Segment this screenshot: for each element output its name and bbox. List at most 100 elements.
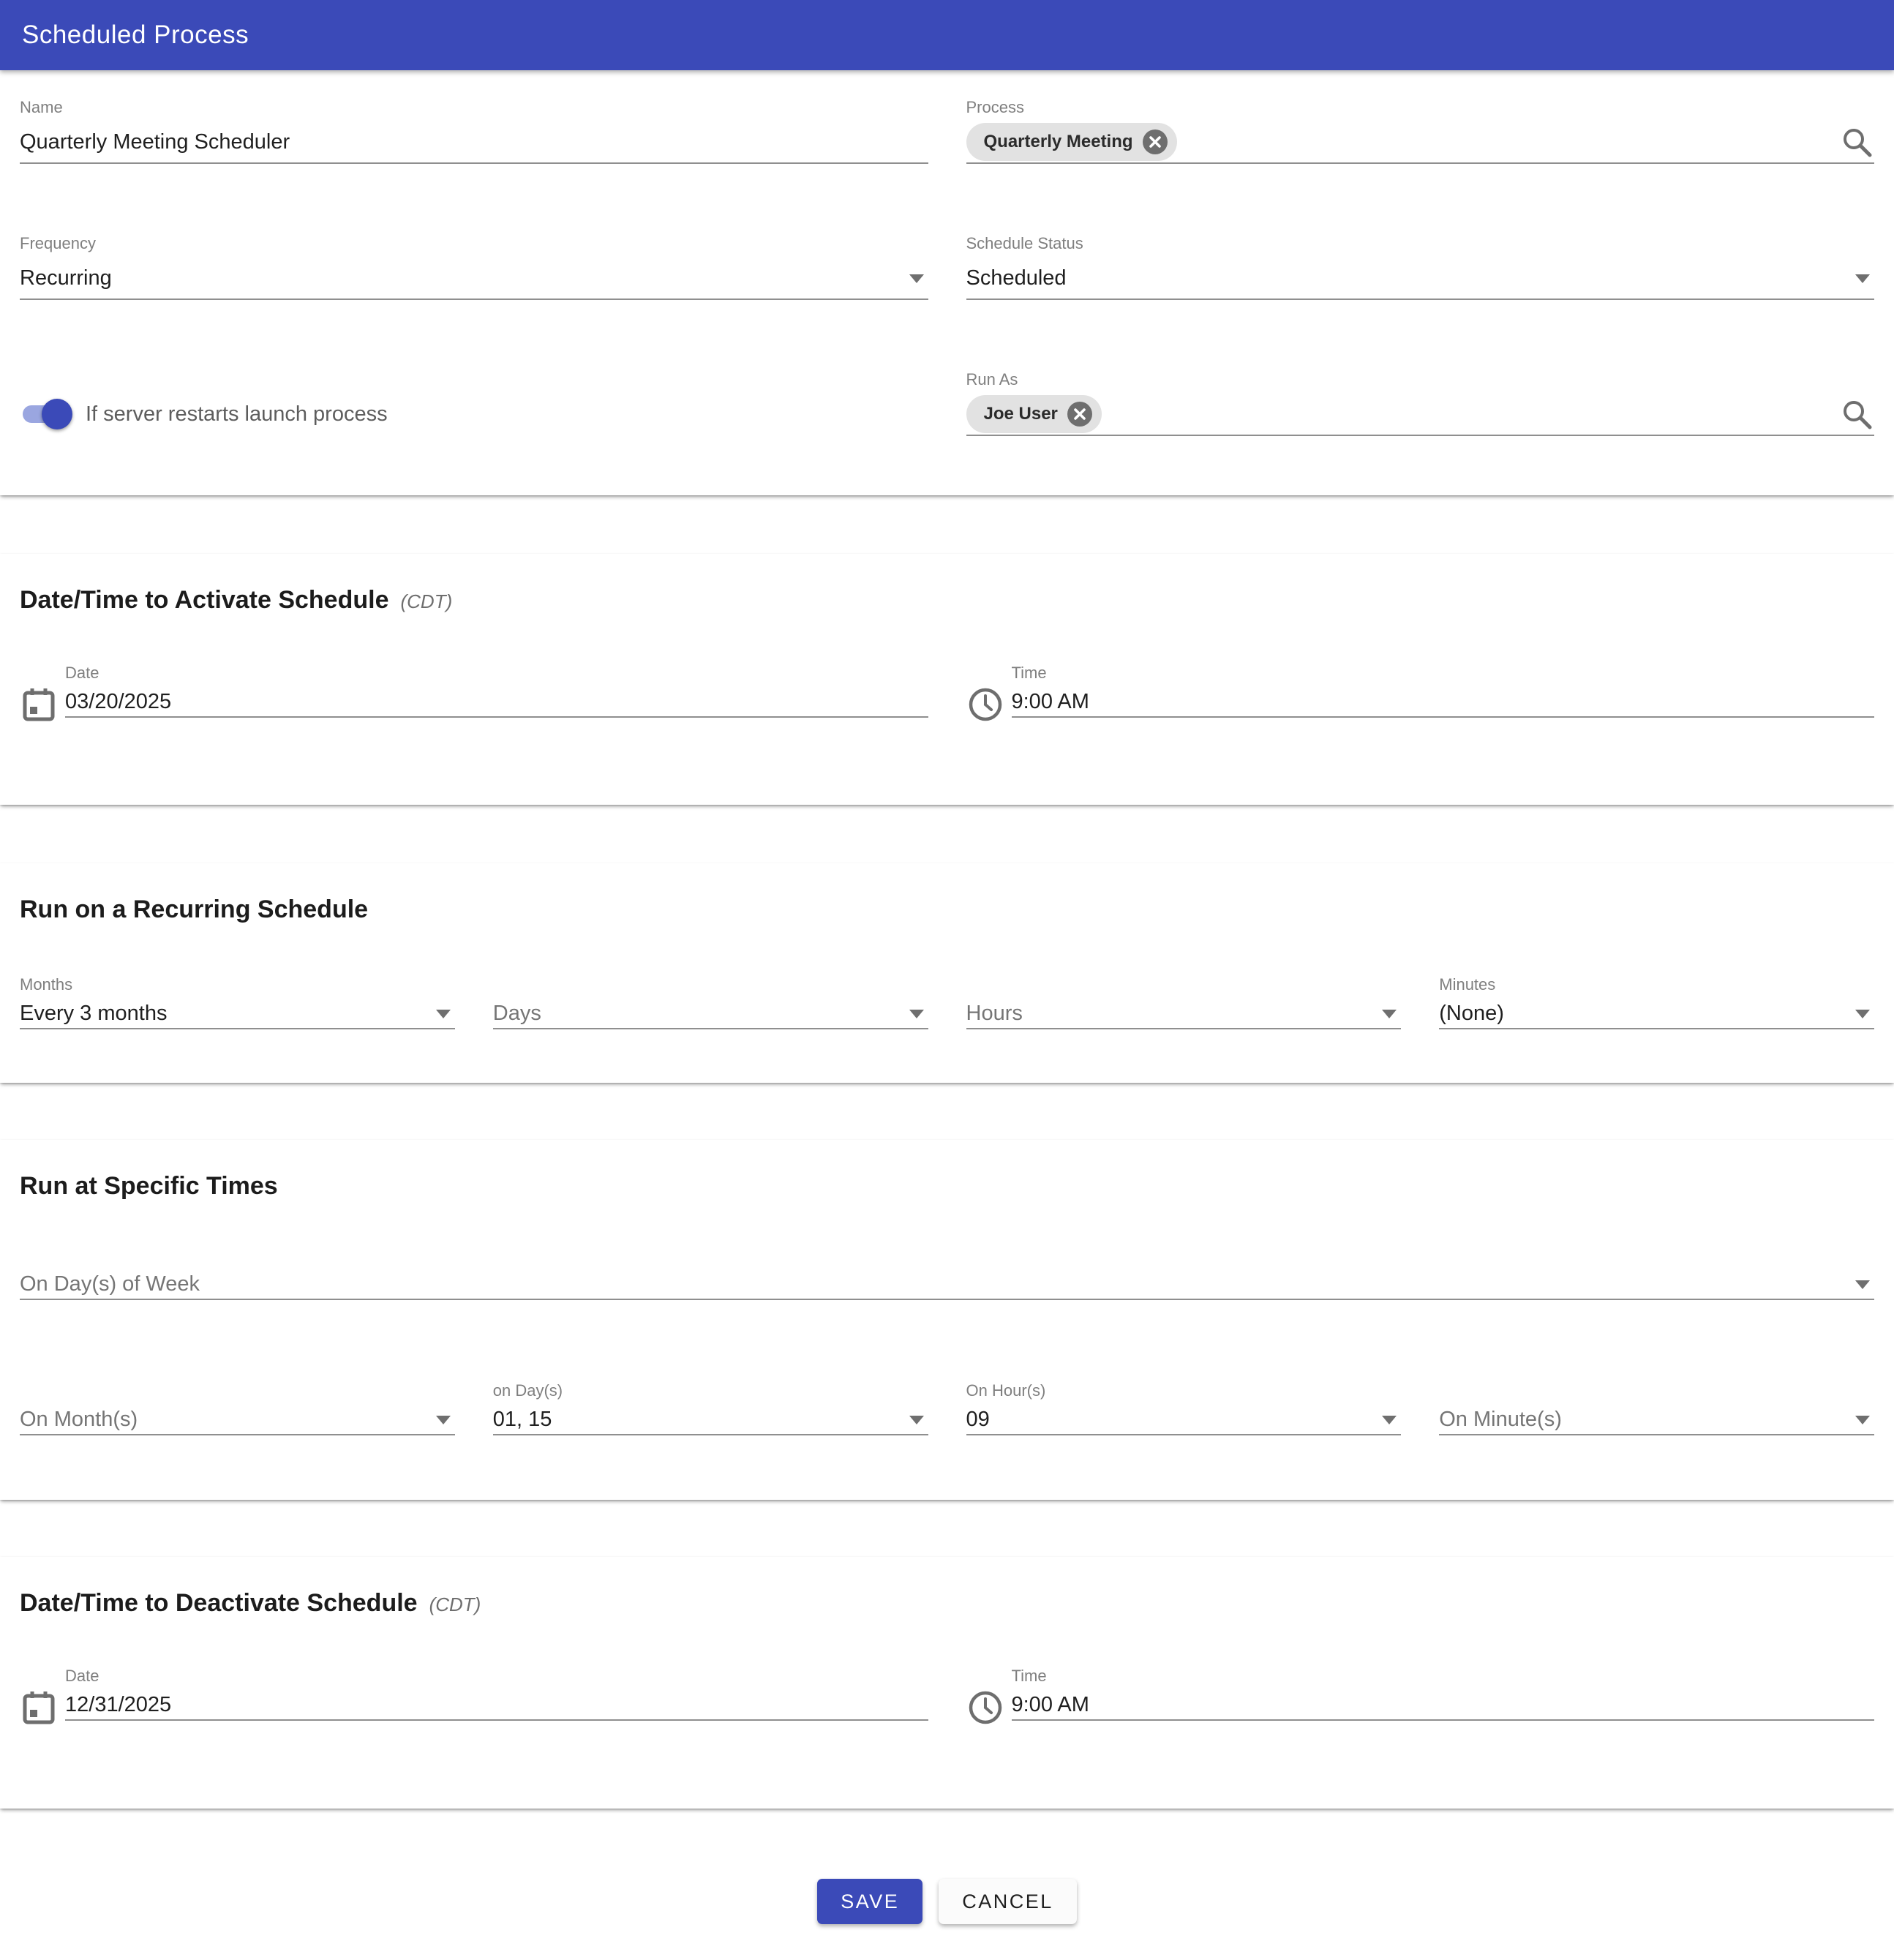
deactivate-schedule-card: Date/Time to Deactivate Schedule (CDT) D… [0,1557,1894,1809]
hours-placeholder: Hours [966,1002,1023,1026]
save-button[interactable]: SAVE [817,1879,922,1924]
chevron-down-icon [1855,1416,1870,1424]
activate-schedule-card: Date/Time to Activate Schedule (CDT) Dat… [0,554,1894,805]
chevron-down-icon [436,1010,451,1018]
hours-select[interactable]: Hours [966,999,1402,1028]
days-select[interactable]: Days [493,999,928,1028]
activate-time-label: Time [1012,664,1875,683]
schedule-status-value: Scheduled [966,266,1067,290]
activate-date-field: Date 03/20/2025 [20,664,928,724]
on-months-select[interactable]: On Month(s) [20,1405,455,1434]
activate-timezone: (CDT) [401,590,453,613]
process-underline [966,162,1875,164]
clock-icon[interactable] [966,1689,1004,1727]
on-hours-value: 09 [966,1408,990,1432]
search-icon[interactable] [1839,124,1874,159]
activate-section-title: Date/Time to Activate Schedule [20,586,389,615]
minutes-value: (None) [1439,1002,1504,1026]
deactivate-timezone: (CDT) [429,1593,481,1616]
app-header: Scheduled Process [0,0,1894,70]
on-months-placeholder: On Month(s) [20,1408,138,1432]
run-as-chip-label: Joe User [984,404,1058,424]
recurring-section-title: Run on a Recurring Schedule [20,895,368,924]
day-of-week-field: On Day(s) of Week [20,1269,1874,1300]
minutes-field: Minutes (None) [1439,975,1874,1029]
on-minutes-select[interactable]: On Minute(s) [1439,1405,1874,1434]
chevron-down-icon [909,274,924,283]
process-input[interactable]: Quarterly Meeting [966,121,1875,162]
on-days-value: 01, 15 [493,1408,552,1432]
chevron-down-icon [1382,1010,1397,1018]
frequency-select[interactable]: Recurring [20,258,928,298]
frequency-label: Frequency [20,234,928,253]
run-as-chip[interactable]: Joe User [966,395,1102,433]
on-hours-field: On Hour(s) 09 [966,1381,1402,1435]
remove-icon[interactable] [1067,401,1093,427]
process-field: Process Quarterly Meeting [966,98,1875,164]
chevron-down-icon [436,1416,451,1424]
recurring-schedule-card: Run on a Recurring Schedule Months Every… [0,863,1894,1083]
run-as-label: Run As [966,370,1875,389]
calendar-icon[interactable] [20,686,58,724]
clock-icon[interactable] [966,686,1004,724]
months-select[interactable]: Every 3 months [20,999,455,1028]
chevron-down-icon [909,1416,924,1424]
process-chip-label: Quarterly Meeting [984,132,1133,152]
on-hours-select[interactable]: 09 [966,1405,1402,1434]
chevron-down-icon [1855,1280,1870,1289]
process-label: Process [966,98,1875,117]
activate-date-label: Date [65,664,928,683]
deactivate-date-field: Date 12/31/2025 [20,1667,928,1727]
on-days-field: on Day(s) 01, 15 [493,1381,928,1435]
frequency-value: Recurring [20,266,112,290]
cancel-button[interactable]: CANCEL [939,1879,1077,1924]
chevron-down-icon [1382,1416,1397,1424]
server-restart-label: If server restarts launch process [86,402,388,427]
deactivate-date-label: Date [65,1667,928,1686]
remove-icon[interactable] [1142,129,1168,155]
days-field: Days [493,975,928,1029]
day-of-week-placeholder: On Day(s) of Week [20,1272,200,1296]
on-minutes-placeholder: On Minute(s) [1439,1408,1562,1432]
minutes-select[interactable]: (None) [1439,999,1874,1028]
specific-section-title: Run at Specific Times [20,1172,278,1201]
on-months-field: On Month(s) [20,1381,455,1435]
page-title: Scheduled Process [22,20,249,50]
name-underline [20,162,928,164]
on-hours-label: On Hour(s) [966,1381,1402,1400]
months-field: Months Every 3 months [20,975,455,1029]
activate-time-field: Time 9:00 AM [966,664,1875,724]
main-form-card: Name Quarterly Meeting Scheduler Process… [0,70,1894,495]
search-icon[interactable] [1839,397,1874,432]
frequency-underline [20,298,928,300]
minutes-label: Minutes [1439,975,1874,994]
chevron-down-icon [1855,1010,1870,1018]
specific-times-card: Run at Specific Times On Day(s) of Week … [0,1140,1894,1500]
on-days-select[interactable]: 01, 15 [493,1405,928,1434]
deactivate-date-input[interactable]: 12/31/2025 [65,1690,928,1719]
chevron-down-icon [1855,274,1870,283]
calendar-icon[interactable] [20,1689,58,1727]
chevron-down-icon [909,1010,924,1018]
process-chip[interactable]: Quarterly Meeting [966,123,1177,161]
hours-field: Hours [966,975,1402,1029]
deactivate-time-input[interactable]: 9:00 AM [1012,1690,1875,1719]
name-field: Name Quarterly Meeting Scheduler [20,98,928,164]
name-label: Name [20,98,928,117]
day-of-week-select[interactable]: On Day(s) of Week [20,1269,1874,1299]
run-as-field: Run As Joe User [966,370,1875,436]
on-minutes-field: On Minute(s) [1439,1381,1874,1435]
on-days-label: on Day(s) [493,1381,928,1400]
days-placeholder: Days [493,1002,541,1026]
schedule-status-label: Schedule Status [966,234,1875,253]
activate-time-value: 9:00 AM [1012,690,1089,714]
activate-date-input[interactable]: 03/20/2025 [65,687,928,716]
deactivate-time-field: Time 9:00 AM [966,1667,1875,1727]
run-as-input[interactable]: Joe User [966,394,1875,435]
activate-time-input[interactable]: 9:00 AM [1012,687,1875,716]
server-restart-toggle[interactable] [23,403,69,425]
form-actions: SAVE CANCEL [0,1809,1894,1924]
name-input[interactable]: Quarterly Meeting Scheduler [20,121,928,162]
deactivate-date-value: 12/31/2025 [65,1693,171,1717]
schedule-status-select[interactable]: Scheduled [966,258,1875,298]
